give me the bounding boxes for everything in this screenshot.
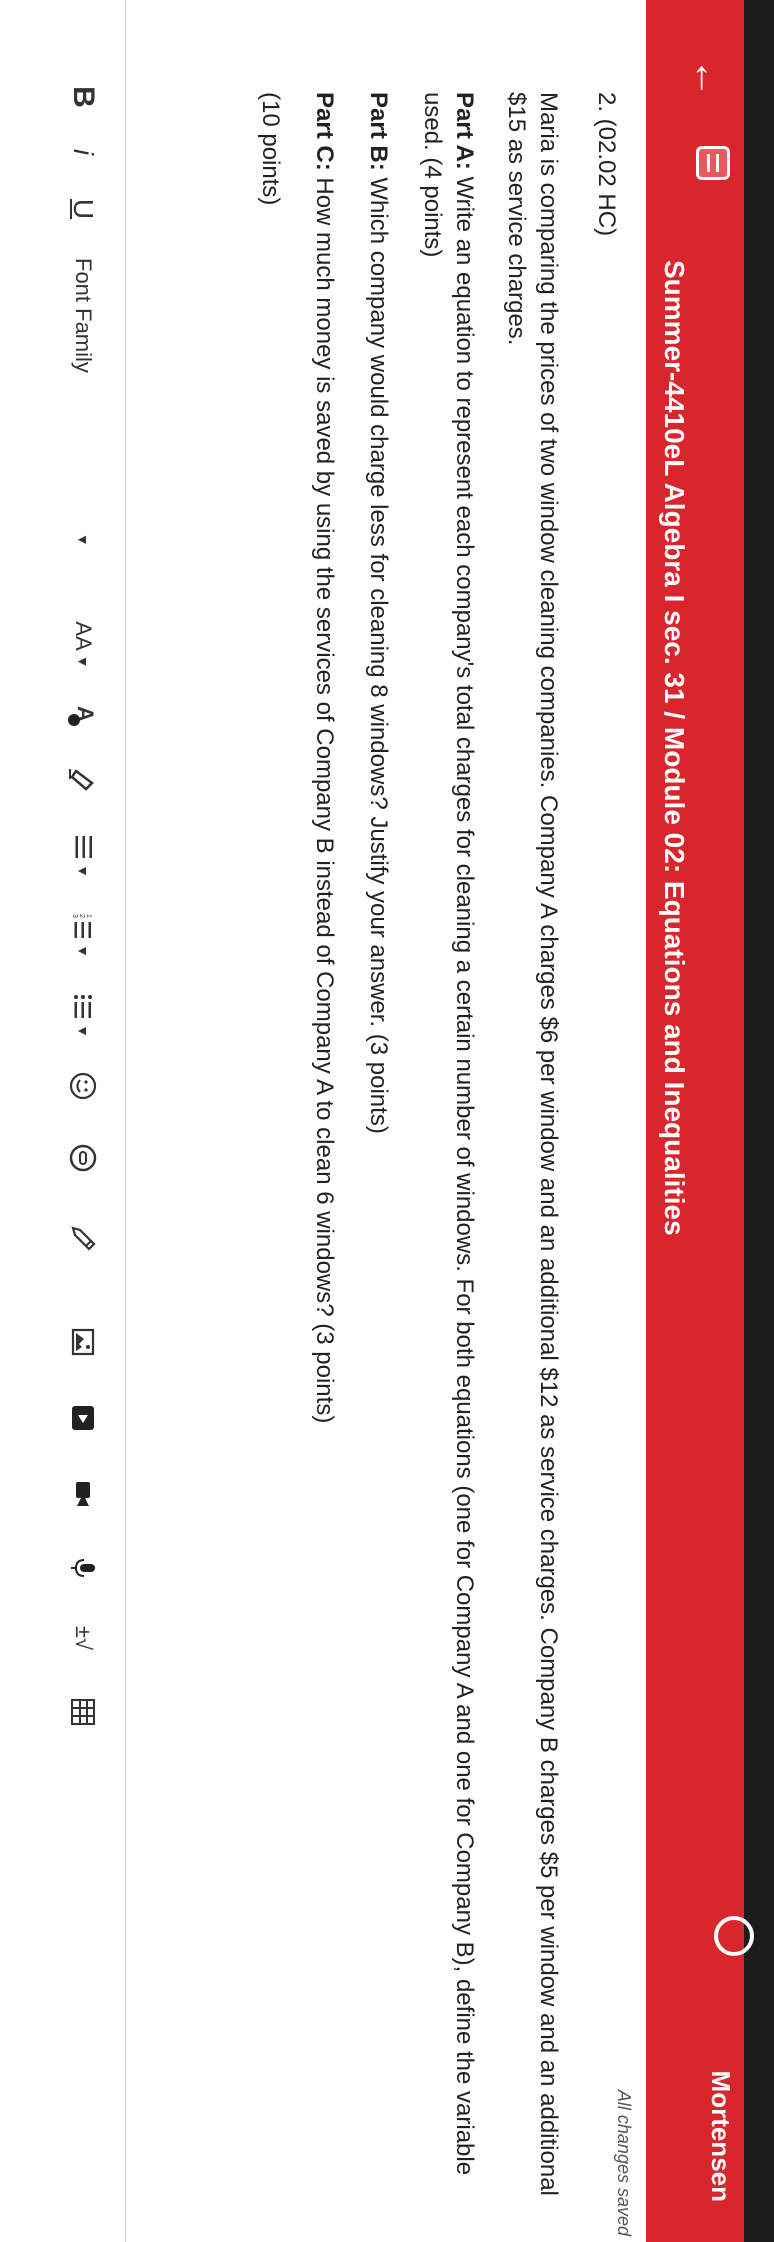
part-label: Part A: — [451, 92, 478, 170]
part-text: How much money is saved by using the ser… — [311, 170, 338, 1424]
numbered-list-icon: 123 — [71, 914, 92, 939]
align-select[interactable]: ▼ — [63, 826, 103, 886]
app-header: ← Summer-4410eL Algebra I sec. 31 / Modu… — [646, 0, 754, 2242]
numbered-list-select[interactable]: 123 ▼ — [63, 906, 103, 966]
text-color-icon[interactable]: A — [63, 698, 103, 738]
part-label: Part B: — [365, 92, 392, 171]
bullet-list-select[interactable]: ▼ — [63, 986, 103, 1046]
svg-text:1: 1 — [85, 914, 92, 918]
image-icon[interactable] — [63, 1322, 103, 1362]
editor-toolbar: B i U Font Family ▼ AA ▼ A ▼ 123 ▼ ▼ ±√ — [35, 0, 126, 2242]
math-equation-button[interactable]: ±√ — [63, 1618, 103, 1658]
italic-button[interactable]: i — [63, 140, 103, 164]
back-arrow-icon[interactable]: ← — [686, 58, 730, 98]
chevron-down-icon: ▼ — [75, 944, 91, 958]
chevron-down-icon: ▼ — [75, 864, 91, 878]
svg-text:2: 2 — [78, 914, 85, 918]
video-icon[interactable] — [63, 1398, 103, 1438]
course-menu-icon[interactable] — [696, 146, 730, 180]
part-label: Part C: — [311, 92, 338, 171]
underline-button[interactable]: U — [63, 194, 103, 224]
question-stem: Maria is comparing the prices of two win… — [503, 92, 562, 2196]
align-icon — [75, 836, 92, 859]
font-family-label: Font Family — [71, 258, 96, 373]
question-part-b: Part B: Which company would charge less … — [362, 92, 394, 2222]
window-titlebar — [744, 0, 774, 2242]
link-icon[interactable] — [63, 1138, 103, 1178]
font-size-label: AA — [71, 621, 96, 651]
highlight-icon[interactable] — [63, 760, 103, 800]
chevron-down-icon: ▼ — [75, 532, 91, 547]
emoji-icon[interactable] — [63, 1066, 103, 1106]
chevron-down-icon: ▼ — [75, 1024, 91, 1038]
svg-text:3: 3 — [71, 914, 78, 918]
font-family-select[interactable]: Font Family ▼ — [63, 258, 103, 598]
chevron-down-icon: ▼ — [75, 654, 91, 669]
user-avatar-icon[interactable] — [714, 1916, 754, 1956]
font-size-select[interactable]: AA ▼ — [63, 610, 103, 680]
screen: ← Summer-4410eL Algebra I sec. 31 / Modu… — [0, 0, 774, 2242]
question-part-a: Part A: Write an equation to represent e… — [416, 92, 480, 2222]
course-title: Summer-4410eL Algebra I sec. 31 / Module… — [659, 260, 690, 1236]
bullet-list-icon — [74, 995, 92, 1019]
part-text: Write an equation to represent each comp… — [419, 92, 478, 2176]
question-content: 2. (02.02 HC) Maria is comparing the pri… — [254, 92, 622, 2222]
table-icon[interactable] — [63, 1692, 103, 1732]
question-part-c: Part C: How much money is saved by using… — [308, 92, 340, 2222]
question-points: (10 points) — [257, 92, 284, 206]
pencil-icon[interactable] — [63, 1218, 103, 1258]
question-number: 2. (02.02 HC) — [593, 92, 620, 237]
bold-button[interactable]: B — [63, 82, 103, 112]
user-name[interactable]: Mortensen — [705, 2071, 736, 2202]
record-video-icon[interactable] — [63, 1474, 103, 1514]
part-text: Which company would charge less for clea… — [365, 170, 392, 1134]
microphone-icon[interactable] — [63, 1548, 103, 1588]
